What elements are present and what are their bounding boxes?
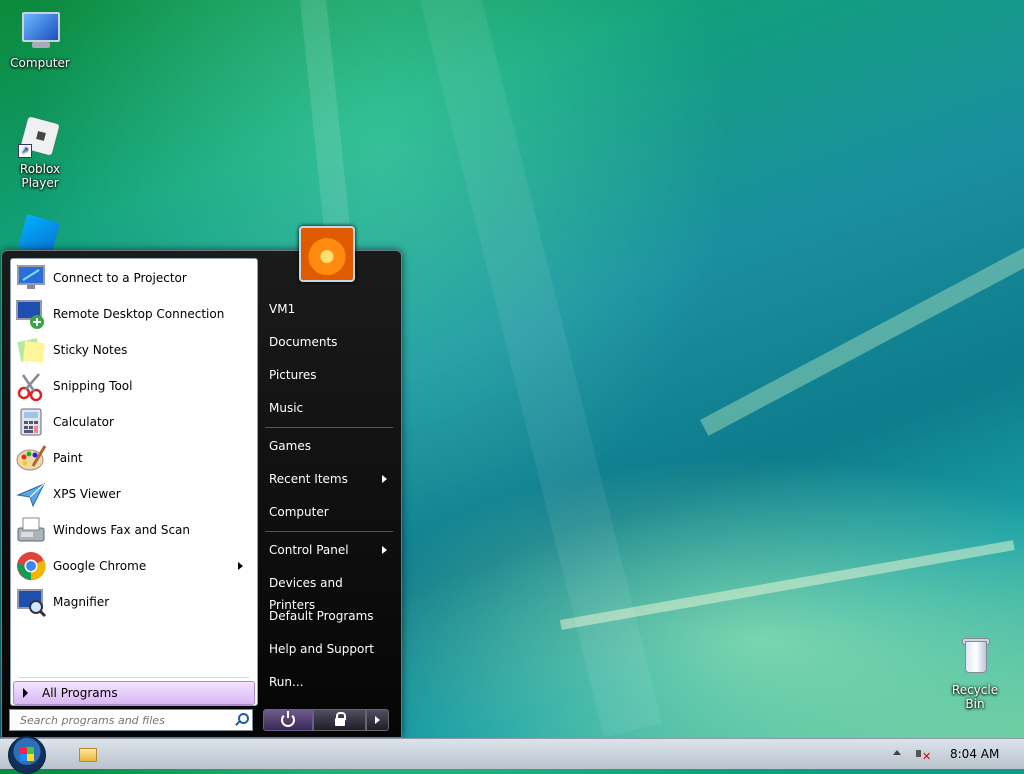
program-paint[interactable]: Paint xyxy=(15,441,253,475)
user-picture-flower[interactable] xyxy=(299,226,355,282)
program-calculator[interactable]: Calculator xyxy=(15,405,253,439)
right-item-help-and-support[interactable]: Help and Support xyxy=(269,638,391,660)
submenu-arrow-icon xyxy=(382,546,387,554)
arrow-right-icon xyxy=(374,716,380,724)
right-item-pictures[interactable]: Pictures xyxy=(269,364,391,386)
right-item-default-programs[interactable]: Default Programs xyxy=(269,605,391,627)
volume-muted-icon[interactable]: ✕ xyxy=(914,745,932,763)
right-item-run[interactable]: Run... xyxy=(269,671,391,693)
lock-icon xyxy=(334,712,346,726)
power-icon xyxy=(281,711,296,727)
right-item-label: Computer xyxy=(269,505,329,519)
calculator-icon xyxy=(15,406,47,438)
folder-icon xyxy=(79,748,97,762)
sticky-notes-icon xyxy=(15,334,47,366)
right-item-label: Pictures xyxy=(269,368,317,382)
program-label: Google Chrome xyxy=(53,559,147,573)
scissors-icon xyxy=(15,370,47,402)
computer-icon xyxy=(18,10,62,54)
paper-plane-icon xyxy=(15,478,47,510)
chrome-icon xyxy=(15,550,47,582)
remote-desktop-icon xyxy=(15,298,47,330)
projector-icon xyxy=(15,262,47,294)
triangle-right-icon xyxy=(23,688,28,698)
recycle-bin-icon xyxy=(953,637,997,681)
right-item-label: Games xyxy=(269,439,311,453)
power-options-button[interactable] xyxy=(365,709,390,731)
search-icon[interactable] xyxy=(234,713,249,727)
program-label: Remote Desktop Connection xyxy=(53,307,225,321)
right-item-label: Help and Support xyxy=(269,642,374,656)
light-ray xyxy=(560,540,1015,630)
program-sticky-notes[interactable]: Sticky Notes xyxy=(15,333,253,367)
separator xyxy=(265,531,393,532)
submenu-arrow-icon xyxy=(382,475,387,483)
program-label: XPS Viewer xyxy=(53,487,121,501)
program-connect-to-projector[interactable]: Connect to a Projector xyxy=(15,261,253,295)
show-hidden-icons-button[interactable] xyxy=(893,750,901,755)
program-label: Calculator xyxy=(53,415,114,429)
windows-logo-icon xyxy=(20,747,34,761)
taskbar-windows-explorer[interactable] xyxy=(76,744,98,764)
right-item-recent-items[interactable]: Recent Items xyxy=(269,468,391,490)
program-remote-desktop[interactable]: Remote Desktop Connection xyxy=(15,297,253,331)
right-item-devices-and-printers[interactable]: Devices and Printers xyxy=(269,572,391,612)
desktop-icon-label: Roblox Player xyxy=(19,162,61,190)
right-item-label: Default Programs xyxy=(269,609,374,623)
program-xps-viewer[interactable]: XPS Viewer xyxy=(15,477,253,511)
palette-icon xyxy=(15,442,47,474)
right-item-computer[interactable]: Computer xyxy=(269,501,391,523)
search-programs-box[interactable] xyxy=(9,709,253,731)
program-label: Magnifier xyxy=(53,595,110,609)
submenu-arrow-icon xyxy=(238,562,243,570)
desktop-icon-label: Recycle Bin xyxy=(951,683,999,711)
light-ray xyxy=(700,222,1024,436)
program-magnifier[interactable]: Magnifier xyxy=(15,585,253,619)
all-programs-button[interactable]: All Programs xyxy=(13,681,255,705)
program-label: Windows Fax and Scan xyxy=(53,523,191,537)
desktop-icon-recycle-bin[interactable]: Recycle Bin xyxy=(943,637,1007,711)
start-menu: Connect to a Projector Remote Desktop Co… xyxy=(1,250,402,738)
program-google-chrome[interactable]: Google Chrome xyxy=(15,549,253,583)
lock-button[interactable] xyxy=(313,709,366,731)
light-ray xyxy=(420,0,663,738)
program-label: Paint xyxy=(53,451,83,465)
right-item-music[interactable]: Music xyxy=(269,397,391,419)
right-item-games[interactable]: Games xyxy=(269,435,391,457)
desktop-icon-roblox-player[interactable]: ↗ Roblox Player xyxy=(0,116,80,190)
program-label: Snipping Tool xyxy=(53,379,133,393)
right-item-label: Music xyxy=(269,401,304,415)
search-input[interactable] xyxy=(10,712,234,728)
magnifier-icon xyxy=(15,586,47,618)
desktop-icon-computer[interactable]: Computer xyxy=(0,10,80,70)
separator xyxy=(265,427,393,428)
right-item-label: Documents xyxy=(269,335,338,349)
start-button[interactable] xyxy=(8,736,46,774)
power-bar xyxy=(263,709,390,731)
right-item-label: Recent Items xyxy=(269,472,348,486)
separator xyxy=(19,677,249,678)
clock[interactable]: 8:04 AM xyxy=(950,747,999,761)
taskbar: ✕ 8:04 AM xyxy=(0,736,1024,774)
right-item-label: Control Panel xyxy=(269,543,349,557)
roblox-icon: ↗ xyxy=(18,116,62,160)
right-item-label: VM1 xyxy=(269,302,296,316)
program-snipping-tool[interactable]: Snipping Tool xyxy=(15,369,253,403)
shutdown-button[interactable] xyxy=(263,709,314,731)
desktop-icon-label: Computer xyxy=(10,56,70,70)
right-item-control-panel[interactable]: Control Panel xyxy=(269,539,391,561)
all-programs-label: All Programs xyxy=(42,686,118,700)
fax-icon xyxy=(15,514,47,546)
right-item-documents[interactable]: Documents xyxy=(269,331,391,353)
program-label: Connect to a Projector xyxy=(53,271,187,285)
program-label: Sticky Notes xyxy=(53,343,128,357)
program-windows-fax-and-scan[interactable]: Windows Fax and Scan xyxy=(15,513,253,547)
right-item-label: Run... xyxy=(269,675,304,689)
right-item-vm1[interactable]: VM1 xyxy=(269,298,391,320)
programs-pane: Connect to a Projector Remote Desktop Co… xyxy=(10,258,258,706)
